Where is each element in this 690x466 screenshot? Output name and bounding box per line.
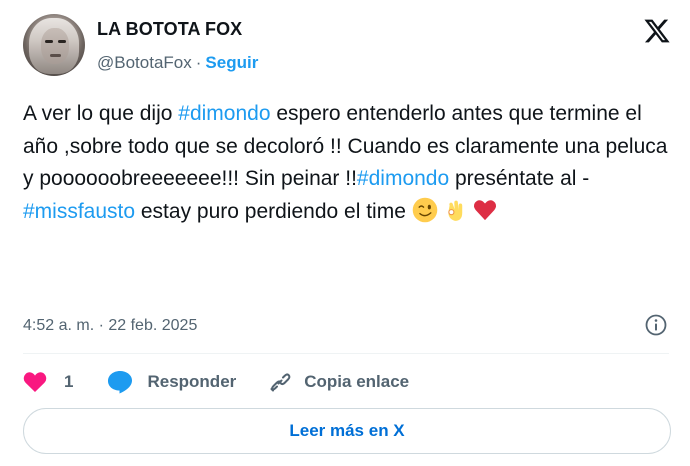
action-bar: 1 Responder Copia enlace (23, 368, 409, 396)
avatar-eye (58, 40, 66, 43)
winking-face-emoji (412, 197, 437, 222)
tweet-card: LA BOTOTA FOX @BototaFox · Seguir A ver lo… (0, 0, 690, 466)
ok-hand-emoji (448, 200, 462, 221)
tweet-text-segment: A ver lo que dijo (23, 102, 179, 125)
hashtag-link[interactable]: #dimondo (357, 167, 449, 190)
author-handle-row: @BototaFox · Seguir (97, 53, 258, 73)
author-handle[interactable]: @BototaFox (97, 53, 192, 72)
reply-button[interactable]: Responder (107, 370, 236, 394)
tweet-text: A ver lo que dijo #dimondo espero entend… (23, 98, 673, 228)
like-button[interactable]: 1 (23, 371, 73, 393)
tweet-text-segment: preséntate al - (449, 167, 590, 190)
divider (23, 353, 669, 354)
copy-link-button[interactable]: Copia enlace (268, 370, 409, 394)
red-heart-emoji (473, 199, 496, 220)
tweet-timestamp[interactable]: 4:52 a. m. · 22 feb. 2025 (23, 317, 197, 335)
follow-button[interactable]: Seguir (205, 53, 258, 72)
avatar[interactable] (23, 14, 85, 76)
reply-label: Responder (147, 372, 237, 391)
x-logo-icon[interactable] (642, 17, 672, 45)
link-icon (270, 373, 291, 392)
heart-icon (23, 372, 47, 392)
hashtag-link[interactable]: #missfausto (23, 200, 135, 223)
like-count: 1 (64, 372, 74, 391)
separator-dot: · (195, 53, 202, 72)
reply-bubble-icon (108, 371, 133, 394)
info-icon[interactable] (644, 313, 668, 337)
tweet-text-segment: estay puro perdiendo el time (135, 199, 412, 223)
avatar-eye (45, 40, 53, 43)
read-more-button[interactable]: Leer más en X (23, 408, 671, 454)
author-name[interactable]: LA BOTOTA FOX (97, 19, 242, 40)
hashtag-link[interactable]: #dimondo (178, 102, 270, 125)
copy-link-label: Copia enlace (304, 372, 410, 391)
avatar-lips (50, 54, 61, 57)
avatar-face (41, 28, 69, 64)
